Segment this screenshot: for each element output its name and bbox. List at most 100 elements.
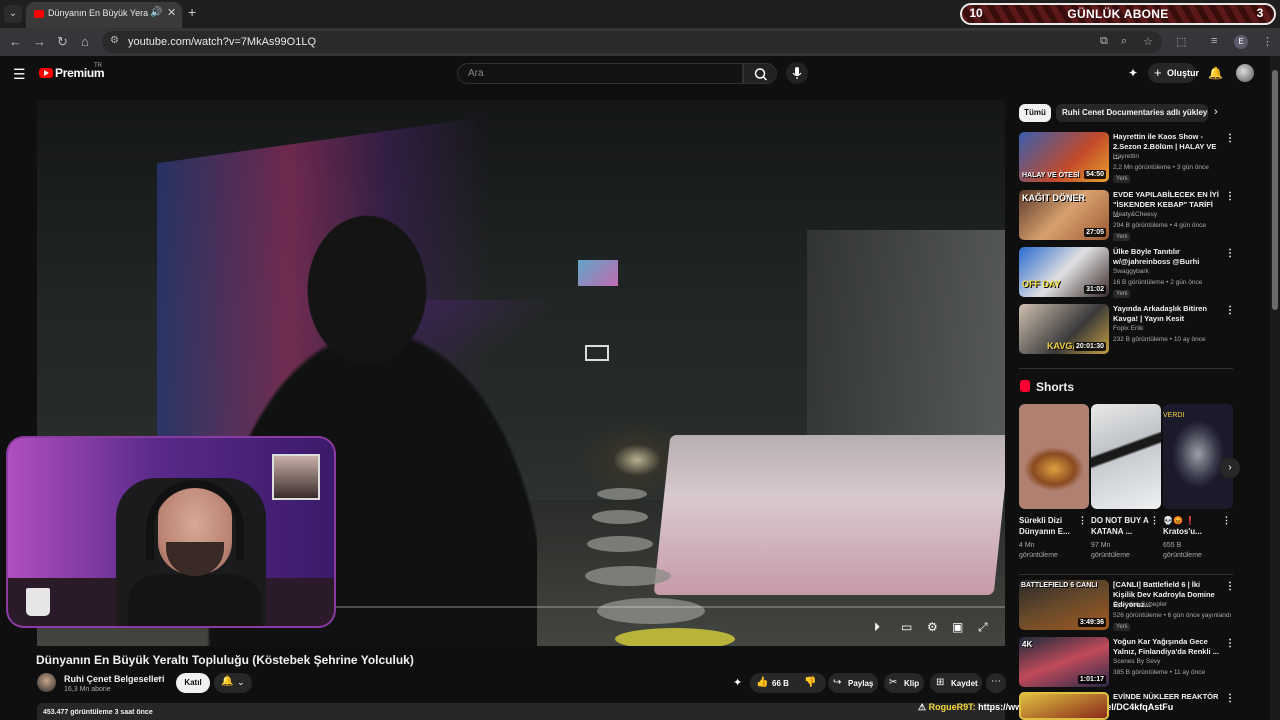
channel-name[interactable]: Scenes By Sevy: [1113, 658, 1160, 665]
browser-tab[interactable]: Dünyanın En Büyük Yeraltı T 🔊 ✕: [26, 2, 182, 28]
more-vertical-icon[interactable]: ⋮: [1225, 248, 1235, 259]
short-thumbnail[interactable]: VERDI: [1163, 404, 1233, 509]
short-view-label: görüntüleme: [1163, 552, 1202, 559]
search-button[interactable]: [743, 63, 777, 84]
voice-search-button[interactable]: [786, 62, 808, 84]
short-title[interactable]: Sürekli Dizi Dünyanın E...: [1019, 515, 1077, 537]
video-thumbnail[interactable]: 4K 1:01:17: [1019, 637, 1109, 687]
like-count[interactable]: 66 B: [772, 679, 789, 688]
chevron-right-icon[interactable]: ›: [1214, 106, 1218, 118]
media-controls-icon[interactable]: ≡: [1211, 35, 1217, 47]
scissors-icon: ✂: [889, 677, 898, 688]
more-vertical-icon[interactable]: ⋮: [1150, 515, 1159, 526]
chip-all[interactable]: Tümü: [1019, 104, 1051, 122]
short-title[interactable]: 💀😡 ❗ Kratos'u...: [1163, 515, 1221, 537]
premium-sparkle-icon[interactable]: ✦: [733, 676, 742, 689]
recommendation-item[interactable]: OFF DAY 31:02 Ülke Böyle Tanıtılır w/@ja…: [1019, 247, 1239, 299]
recommendation-item[interactable]: KAĞIT DÖNER 27:05 EVDE YAPILABİLECEK EN …: [1019, 190, 1239, 242]
fullscreen-icon[interactable]: ⤢: [978, 620, 988, 635]
channel-name[interactable]: Fopix Erlik: [1113, 325, 1143, 332]
site-info-icon[interactable]: ⚙: [110, 35, 119, 46]
close-tab-icon[interactable]: ✕: [167, 6, 176, 19]
join-button[interactable]: Katıl: [176, 673, 210, 693]
save-playlist-icon: ⊞: [936, 677, 945, 688]
home-icon[interactable]: ⌂: [81, 34, 89, 49]
video-title[interactable]: Ülke Böyle Tanıtılır w/@jahreinboss @Bur…: [1113, 247, 1221, 267]
new-tab-button[interactable]: +: [188, 4, 196, 20]
premium-sparkle-icon[interactable]: ✦: [1128, 66, 1138, 80]
more-vertical-icon[interactable]: ⋮: [1222, 515, 1231, 526]
shorts-next-button[interactable]: ›: [1220, 458, 1240, 478]
search-input[interactable]: [457, 63, 743, 84]
video-title[interactable]: Yayında Arkadaşlık Bitiren Kavga! | Yayı…: [1113, 304, 1221, 324]
speaker-icon[interactable]: 🔊: [150, 7, 162, 18]
install-app-icon[interactable]: ⧉: [1100, 35, 1108, 48]
more-actions-button[interactable]: ⋯: [986, 673, 1006, 693]
channel-name[interactable]: Hayrettin: [1113, 153, 1139, 160]
channel-name[interactable]: Oyundan Sebepler: [1113, 601, 1167, 608]
autoplay-toggle-icon[interactable]: ⏵: [874, 620, 880, 635]
video-thumbnail[interactable]: [1019, 692, 1109, 720]
video-thumbnail[interactable]: BATTLEFIELD 6 CANLI 3:49:36: [1019, 580, 1109, 630]
profile-avatar[interactable]: E: [1234, 35, 1248, 49]
recommendation-item[interactable]: KAVGA 20:01:30 Yayında Arkadaşlık Bitire…: [1019, 304, 1239, 356]
recommendation-item[interactable]: 4K 1:01:17 Yoğun Kar Yağışında Gece Yaln…: [1019, 637, 1239, 689]
browser-toolbar: ← → ↻ ⌂ ⚙ youtube.com/watch?v=7MkAs99O1L…: [0, 28, 1280, 56]
create-button[interactable]: + Oluştur: [1148, 63, 1199, 83]
chip-channel[interactable]: Ruhi Cenet Documentaries adlı yükleyicid…: [1056, 104, 1208, 122]
menu-icon[interactable]: ☰: [13, 66, 26, 83]
more-vertical-icon[interactable]: ⋮: [1225, 693, 1235, 704]
short-thumbnail[interactable]: [1019, 404, 1089, 509]
browser-menu-icon[interactable]: ⋮: [1262, 35, 1273, 48]
subscription-bell-button[interactable]: 🔔 ⌄: [214, 673, 252, 693]
more-vertical-icon[interactable]: ⋮: [1078, 515, 1087, 526]
short-title[interactable]: DO NOT BUY A KATANA ...: [1091, 515, 1149, 537]
channel-name[interactable]: Swaggybark: [1113, 268, 1149, 275]
duration-badge: 3:49:36: [1077, 618, 1106, 627]
video-thumbnail[interactable]: OFF DAY 31:02: [1019, 247, 1109, 297]
video-thumbnail[interactable]: KAĞIT DÖNER 27:05: [1019, 190, 1109, 240]
back-arrow-icon[interactable]: ←: [9, 34, 22, 49]
description-box[interactable]: 453.477 görüntüleme 3 saat önce: [37, 703, 1005, 720]
settings-gear-icon[interactable]: ⚙: [927, 620, 938, 634]
notifications-bell-icon[interactable]: 🔔: [1208, 66, 1223, 80]
bookmark-star-icon[interactable]: ☆: [1143, 35, 1153, 48]
subtitles-icon[interactable]: ▭: [901, 620, 912, 634]
address-bar[interactable]: ⚙ youtube.com/watch?v=7MkAs99O1LQ: [102, 31, 1162, 53]
recommendation-item[interactable]: HALAY VE ÖTESİ 54:50 Hayrettin ile Kaos …: [1019, 132, 1239, 184]
video-title[interactable]: Yoğun Kar Yağışında Gece Yalnız, Finland…: [1113, 637, 1221, 657]
recommendation-item[interactable]: BATTLEFIELD 6 CANLI 3:49:36 [CANLI] Batt…: [1019, 580, 1239, 632]
save-button[interactable]: ⊞ Kaydet: [930, 673, 982, 693]
scrollbar-thumb[interactable]: [1272, 70, 1278, 310]
channel-name[interactable]: Meaty&Cheesy: [1113, 211, 1157, 218]
account-avatar[interactable]: [1236, 64, 1254, 82]
like-icon[interactable]: 👍: [756, 677, 768, 688]
page-scrollbar[interactable]: [1270, 56, 1280, 720]
more-vertical-icon[interactable]: ⋮: [1225, 133, 1235, 144]
more-vertical-icon[interactable]: ⋮: [1225, 191, 1235, 202]
clip-button[interactable]: ✂ Klip: [884, 673, 924, 693]
clip-label: Klip: [904, 679, 920, 688]
tab-search-button[interactable]: ⌄: [4, 5, 22, 23]
channel-avatar[interactable]: [37, 673, 56, 692]
banner-label: GÜNLÜK ABONE: [1067, 7, 1169, 21]
video-thumbnail[interactable]: KAVGA 20:01:30: [1019, 304, 1109, 354]
dislike-icon[interactable]: 👎: [804, 677, 816, 688]
more-vertical-icon[interactable]: ⋮: [1225, 305, 1235, 316]
miniplayer-icon[interactable]: ▣: [952, 620, 963, 634]
recommendation-item[interactable]: EVİNDE NÜKLEER REAKTÖR ⋮: [1019, 692, 1239, 720]
share-arrow-icon: ↪: [833, 677, 842, 688]
channel-name[interactable]: Ruhi Çenet Belgeselleri: [64, 674, 165, 684]
more-vertical-icon[interactable]: ⋮: [1225, 638, 1235, 649]
video-thumbnail[interactable]: HALAY VE ÖTESİ 54:50: [1019, 132, 1109, 182]
short-thumbnail[interactable]: [1091, 404, 1161, 509]
url-text[interactable]: youtube.com/watch?v=7MkAs99O1LQ: [128, 36, 316, 48]
share-button[interactable]: ↪ Paylaş: [828, 673, 878, 693]
reload-icon[interactable]: ↻: [57, 34, 68, 50]
more-vertical-icon[interactable]: ⋮: [1225, 581, 1235, 592]
stepping-stone: [587, 536, 653, 552]
video-title[interactable]: EVİNDE NÜKLEER REAKTÖR: [1113, 692, 1221, 702]
forward-arrow-icon[interactable]: →: [33, 34, 46, 49]
extensions-icon[interactable]: ⬚: [1176, 35, 1186, 48]
zoom-icon[interactable]: ⌕: [1121, 35, 1127, 48]
